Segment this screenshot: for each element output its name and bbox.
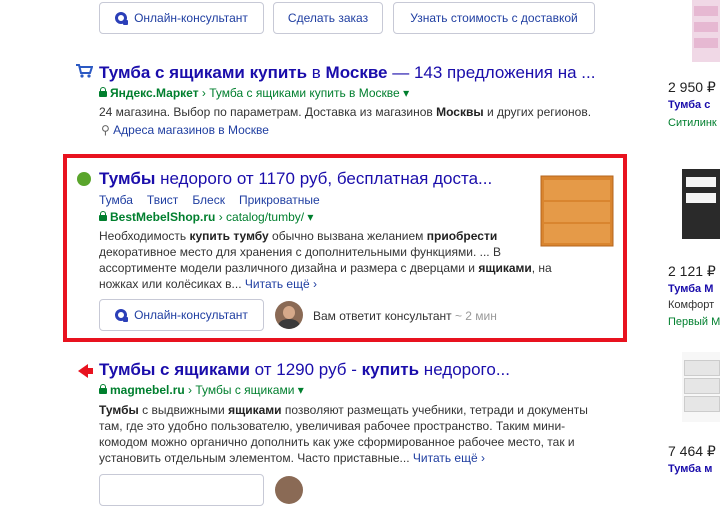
lock-icon (99, 384, 107, 394)
map-pin-icon: ⚲ (101, 123, 110, 137)
partial-button[interactable] (99, 474, 264, 506)
price-1: 2 950 ₽ (668, 79, 716, 95)
result3-snippet: Тумбы с выдвижными ящиками позволяют раз… (99, 403, 588, 465)
price-3: 7 464 ₽ (668, 443, 716, 459)
chat-icon (115, 12, 129, 25)
product-line-2: Комфорт (668, 299, 715, 311)
chevron-down-icon[interactable]: ▾ (403, 86, 409, 100)
chevron-down-icon[interactable]: ▾ (307, 210, 313, 224)
delivery-cost-button[interactable]: Узнать стоимость с доставкой (393, 2, 595, 34)
lock-icon (99, 211, 107, 221)
partial-avatar (275, 476, 303, 504)
result3-url[interactable]: magmebel.ru › Тумбы с ящиками ▾ (99, 383, 304, 397)
chevron-down-icon[interactable]: ▾ (298, 383, 304, 397)
button-label: Онлайн-консультант (134, 308, 248, 322)
chat-icon (115, 309, 129, 322)
sitelink-tvist[interactable]: Твист (147, 193, 178, 207)
product-link-2[interactable]: Тумба М (668, 283, 713, 295)
online-consultant-button[interactable]: Онлайн-консультант (99, 299, 264, 331)
product-link-1[interactable]: Тумба с (668, 99, 710, 111)
price-2: 2 121 ₽ (668, 263, 716, 279)
result2-title-link[interactable]: Тумбы недорого от 1170 руб, бесплатная д… (99, 169, 492, 189)
online-consultant-button-top[interactable]: Онлайн-консультант (99, 2, 264, 34)
read-more-link[interactable]: Читать ещё › (413, 451, 485, 465)
product-thumb-3[interactable] (682, 352, 720, 422)
product-image[interactable] (537, 172, 617, 250)
arrow-tail (87, 368, 93, 374)
product-thumb-2[interactable] (678, 163, 720, 243)
result2-snippet: Необходимость купить тумбу обычно вызван… (99, 229, 552, 291)
button-label: Узнать стоимость с доставкой (410, 11, 578, 25)
lock-icon (99, 87, 107, 97)
shop-2[interactable]: Первый М (668, 316, 720, 328)
result2-url[interactable]: BestMebelShop.ru › catalog/tumby/ ▾ (99, 210, 313, 224)
cart-icon (76, 64, 93, 78)
result1-url[interactable]: Яндекс.Маркет › Тумба с ящиками купить в… (99, 86, 409, 100)
button-label: Сделать заказ (287, 11, 369, 25)
button-label: Онлайн-консультант (134, 11, 248, 25)
sitelink-bedside[interactable]: Прикроватные (239, 193, 320, 207)
favicon-icon (77, 172, 91, 186)
place-order-button[interactable]: Сделать заказ (273, 2, 383, 34)
result1-title-link[interactable]: Тумба с ящиками купить в Москве — 143 пр… (99, 63, 595, 83)
shop-1[interactable]: Ситилинк (668, 117, 717, 129)
product-link-3[interactable]: Тумба м (668, 463, 712, 475)
sitelink-tumba[interactable]: Тумба (99, 193, 133, 207)
result3-title-link[interactable]: Тумбы с ящиками от 1290 руб - купить нед… (99, 360, 510, 380)
result1-snippet: 24 магазина. Выбор по параметрам. Достав… (99, 105, 592, 119)
sitelink-blesk[interactable]: Блеск (192, 193, 225, 207)
consultant-avatar (275, 301, 303, 329)
result1-address-link[interactable]: ⚲ Адреса магазинов в Москве (101, 123, 269, 137)
product-thumb-1[interactable] (692, 0, 720, 62)
result2-sitelinks: Тумба Твист Блеск Прикроватные (99, 193, 334, 207)
read-more-link[interactable]: Читать ещё › (245, 277, 317, 291)
consultant-text: Вам ответит консультант ~ 2 мин (313, 309, 497, 323)
